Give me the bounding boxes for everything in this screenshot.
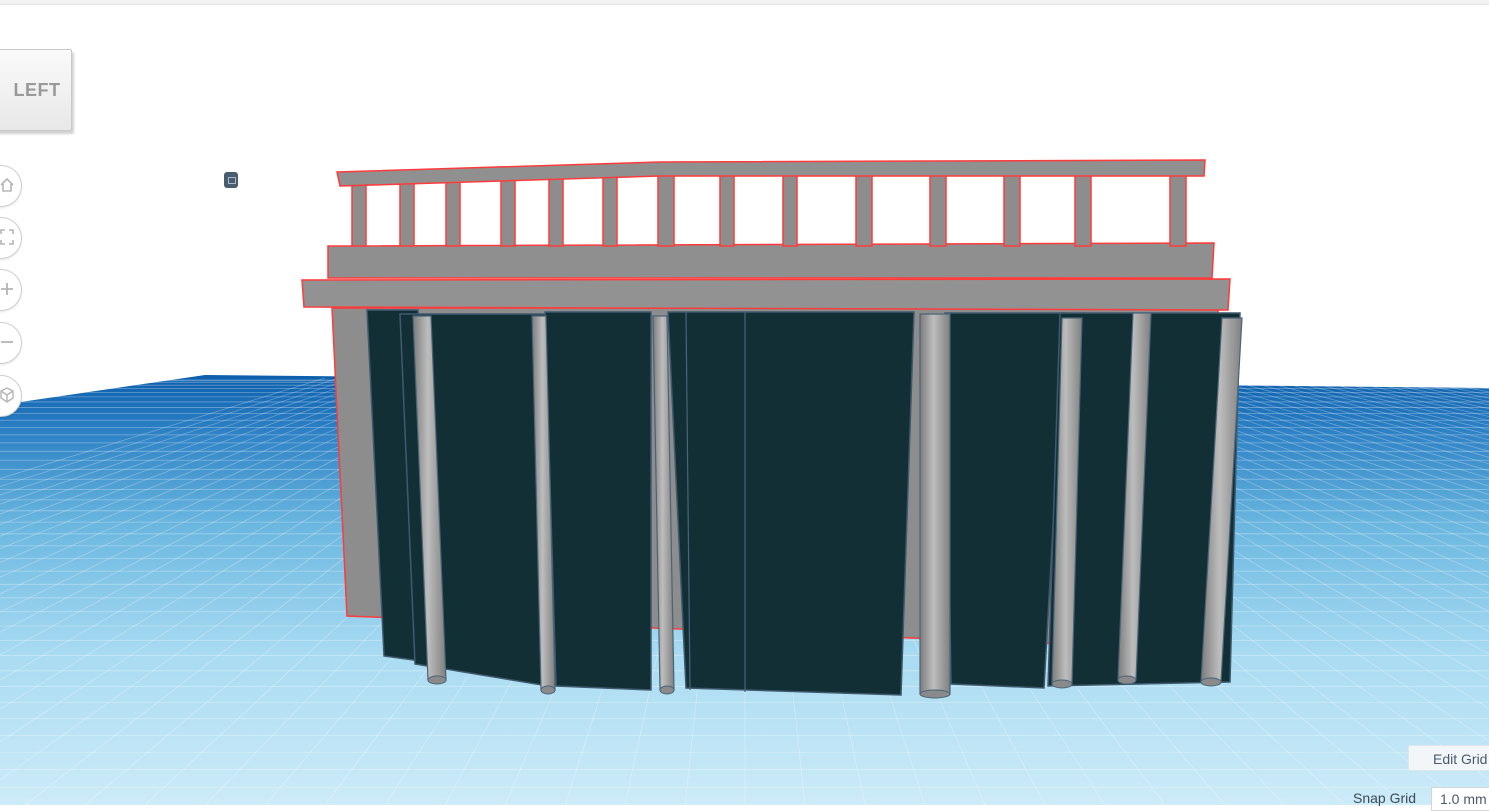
fit-all-icon	[0, 229, 14, 245]
railing-baluster	[1074, 170, 1092, 247]
roof-slab-upper	[327, 242, 1215, 279]
support-post-base	[1051, 679, 1073, 689]
railing-baluster	[657, 172, 675, 247]
plus-icon	[1, 283, 13, 295]
support-post-base	[1117, 675, 1137, 685]
railing-baluster	[782, 170, 798, 247]
railing-baluster	[351, 182, 367, 247]
railing-baluster	[548, 176, 564, 247]
door-panel	[944, 312, 1066, 689]
snap-grid-label: Snap Grid	[1353, 790, 1417, 806]
door-panels	[366, 309, 1241, 696]
viewport-3d[interactable]: LEFT Edit Grid Snap Grid 1.0 mm	[0, 0, 1489, 811]
support-post-base	[919, 689, 951, 699]
railing-baluster	[399, 181, 415, 247]
railing-baluster	[1169, 170, 1187, 247]
scene-canvas[interactable]	[0, 0, 1489, 805]
edit-grid-button[interactable]: Edit Grid	[1408, 745, 1489, 771]
cube-icon	[0, 387, 14, 403]
railing-baluster	[500, 177, 516, 247]
support-post-base	[540, 685, 556, 695]
railing-baluster	[929, 169, 947, 247]
support-post-base	[659, 685, 675, 695]
support-post	[919, 313, 951, 695]
minus-icon	[1, 341, 13, 343]
railing-baluster	[719, 171, 735, 247]
view-cube[interactable]: LEFT	[0, 49, 72, 131]
door-panel	[667, 311, 915, 696]
view-cube-face-label: LEFT	[13, 79, 61, 100]
support-post-base	[427, 675, 447, 685]
selection-indicator-icon[interactable]	[224, 172, 238, 188]
railing-baluster	[602, 174, 618, 247]
railing-baluster	[855, 169, 873, 247]
support-post-base	[1200, 677, 1222, 687]
railing-baluster	[445, 179, 461, 247]
snap-grid-select[interactable]: 1.0 mm	[1431, 787, 1489, 811]
roof-slab-lower	[301, 278, 1231, 311]
railing-baluster	[1003, 169, 1021, 247]
door-panel	[544, 311, 652, 691]
home-icon	[0, 177, 14, 192]
